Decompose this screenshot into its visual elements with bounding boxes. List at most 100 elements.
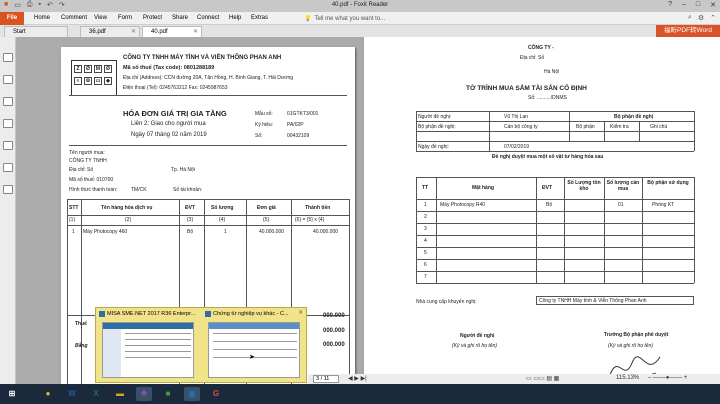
zoom-level[interactable]: 115.13% bbox=[616, 375, 639, 381]
taskbar-preview-popup: MISA SME.NET 2017 R36 Enterpr... Chứng t… bbox=[95, 307, 307, 383]
tell-me-box[interactable]: 💡 Tell me what you want to... bbox=[304, 15, 385, 23]
menu-help[interactable]: Help bbox=[229, 15, 251, 21]
menu-comment[interactable]: Comment bbox=[61, 15, 94, 21]
form-label: Mẫu số: bbox=[255, 111, 273, 117]
tab-label: Start bbox=[13, 29, 26, 35]
row1-dept: Phòng KT bbox=[652, 202, 675, 208]
close-button[interactable]: ✕ bbox=[710, 1, 716, 9]
menu-form[interactable]: Form bbox=[118, 15, 143, 21]
th-unit: ĐVT bbox=[542, 185, 552, 191]
help-button[interactable]: ? bbox=[668, 1, 672, 9]
code-3: {3} bbox=[187, 217, 194, 223]
invoice-title: HÓA ĐƠN GIÁ TRỊ GIA TĂNG bbox=[123, 109, 227, 118]
row1-need: 01 bbox=[618, 202, 624, 208]
invoice-copy: Liên 2: Giao cho người mua bbox=[131, 121, 206, 127]
attachment-icon[interactable] bbox=[3, 141, 13, 150]
minimize-button[interactable]: – bbox=[682, 1, 686, 9]
request-address: Địa chỉ: Số bbox=[520, 55, 545, 61]
tab-40-pdf[interactable]: 40.pdf ✕ bbox=[142, 26, 202, 37]
menu-connect[interactable]: Connect bbox=[197, 15, 229, 21]
preview-screenshot bbox=[102, 322, 194, 378]
status-bar: ◀ ▶ ▶| ▭ ▭▭ ▤ ▦ 115.13% – ───●─── + bbox=[308, 374, 720, 384]
row-name: Máy Photocopy 460 bbox=[83, 229, 128, 235]
layers-icon[interactable] bbox=[3, 97, 13, 106]
word-icon[interactable]: W bbox=[64, 387, 80, 401]
file-menu[interactable]: File bbox=[0, 12, 24, 25]
foxit-icon[interactable]: G bbox=[208, 387, 224, 401]
words-label: Bằng bbox=[75, 343, 88, 349]
row-price: 40.000.000 bbox=[259, 229, 285, 235]
th-amount: Thành tiền bbox=[305, 205, 331, 211]
navigation-panel bbox=[0, 37, 16, 384]
row-qty: 1 bbox=[224, 229, 227, 235]
dept-label: Bộ phận đề nghị: bbox=[418, 124, 456, 130]
misa-app-icon[interactable]: ▣ bbox=[184, 387, 200, 401]
signature-icon[interactable] bbox=[3, 163, 13, 172]
menu-share[interactable]: Share bbox=[172, 15, 197, 21]
ribbon-toggle-icon[interactable]: ⌃ bbox=[710, 14, 716, 22]
bookmark-icon[interactable] bbox=[3, 53, 13, 62]
page-number-input[interactable]: 3 / 11 bbox=[313, 375, 339, 383]
sign-value: PA/02P bbox=[287, 122, 304, 128]
row-unit: Bộ bbox=[187, 229, 194, 235]
nav-arrows[interactable]: ◀ ▶ ▶| bbox=[348, 375, 367, 382]
preview-title: MISA SME.NET 2017 R36 Enterpr... bbox=[107, 311, 196, 317]
menu-view[interactable]: View bbox=[94, 15, 118, 21]
menu-extras[interactable]: Extras bbox=[251, 15, 277, 21]
maximize-button[interactable]: □ bbox=[696, 1, 700, 9]
tail-value-3: 000.000 bbox=[323, 342, 345, 348]
lightbulb-icon: 💡 bbox=[304, 16, 312, 22]
code-4: {4} bbox=[219, 217, 226, 223]
comment-icon[interactable] bbox=[3, 119, 13, 128]
request-number: Số: ........../DNMS bbox=[528, 95, 567, 101]
view-mode-icons[interactable]: ▭ ▭▭ ▤ ▦ bbox=[526, 375, 559, 382]
code-2: {2} bbox=[125, 217, 132, 223]
colorful-app-icon[interactable]: ❖ bbox=[136, 387, 152, 401]
page-thumbnail-icon[interactable] bbox=[3, 75, 13, 84]
preview-voucher[interactable]: Chứng từ nghiệp vụ khác - C... ✕ ➤ bbox=[202, 308, 306, 384]
chrome-icon[interactable]: ● bbox=[40, 387, 56, 401]
excel-icon[interactable]: X bbox=[88, 387, 104, 401]
document-tabs: Start 36.pdf ✕ 40.pdf ✕ bbox=[0, 25, 720, 37]
request-city: Hà Nội bbox=[544, 69, 560, 75]
th-qty: Số lượng bbox=[211, 205, 234, 211]
search-icon[interactable]: ⌕ bbox=[688, 14, 692, 22]
preview-screenshot: ➤ bbox=[208, 322, 300, 378]
number-label: Số: bbox=[255, 133, 263, 139]
security-icon[interactable] bbox=[3, 185, 13, 194]
code-6: {6} = {5} x {4} bbox=[295, 217, 325, 223]
row1-unit: Bộ bbox=[546, 202, 553, 208]
tab-label: 36.pdf bbox=[89, 29, 106, 35]
tab-36-pdf[interactable]: 36.pdf ✕ bbox=[80, 26, 140, 37]
sign-label: Ký hiệu: bbox=[255, 122, 274, 128]
green-app-icon[interactable]: ■ bbox=[160, 387, 176, 401]
tab-start[interactable]: Start bbox=[4, 26, 68, 37]
promo-banner[interactable]: 福昕PDF转Word bbox=[656, 25, 720, 37]
ribbon-menu: File Home Comment View Form Protect Shar… bbox=[0, 12, 720, 25]
date-label: Ngày đề nghị: bbox=[418, 144, 449, 150]
th-tt: TT bbox=[422, 185, 429, 191]
th-dept: Bộ phận sử dụng bbox=[647, 180, 689, 186]
settings-icon[interactable]: ⚙ bbox=[698, 14, 704, 22]
invoice-address: Địa chỉ (Address): CCN đường 20A, Tân Hồ… bbox=[123, 75, 294, 81]
row5-tt: 5 bbox=[424, 250, 427, 256]
th-need: Số lượng cần mua bbox=[606, 180, 640, 192]
supplier-label: Nhà cung cấp khuyến nghị: bbox=[416, 299, 477, 305]
file-explorer-icon[interactable]: ▬ bbox=[112, 387, 128, 401]
menu-protect[interactable]: Protect bbox=[143, 15, 172, 21]
date-value: 07/02/2019 bbox=[504, 144, 530, 150]
menu-home[interactable]: Home bbox=[34, 15, 61, 21]
row-amount: 40.000.000 bbox=[313, 229, 339, 235]
request-title: TỜ TRÌNH MUA SẮM TÀI SẢN CỐ ĐỊNH bbox=[466, 85, 587, 92]
code-1: {1} bbox=[69, 217, 76, 223]
close-preview-icon[interactable]: ✕ bbox=[298, 310, 303, 316]
form-value: 01GTKT3/001 bbox=[287, 111, 319, 117]
payment-label: Hình thức thanh toán: bbox=[69, 187, 118, 193]
buyer-tax: Mã số thuế: 010700 bbox=[69, 177, 114, 183]
start-button[interactable]: ⊞ bbox=[4, 387, 20, 401]
buyer-address-label: Địa chỉ: Số bbox=[69, 167, 94, 173]
zoom-slider[interactable]: – ───●─── + bbox=[648, 375, 687, 381]
preview-misa[interactable]: MISA SME.NET 2017 R36 Enterpr... bbox=[96, 308, 200, 384]
requester-sign-title: Người đề nghị bbox=[460, 333, 495, 339]
row7-tt: 7 bbox=[424, 274, 427, 280]
